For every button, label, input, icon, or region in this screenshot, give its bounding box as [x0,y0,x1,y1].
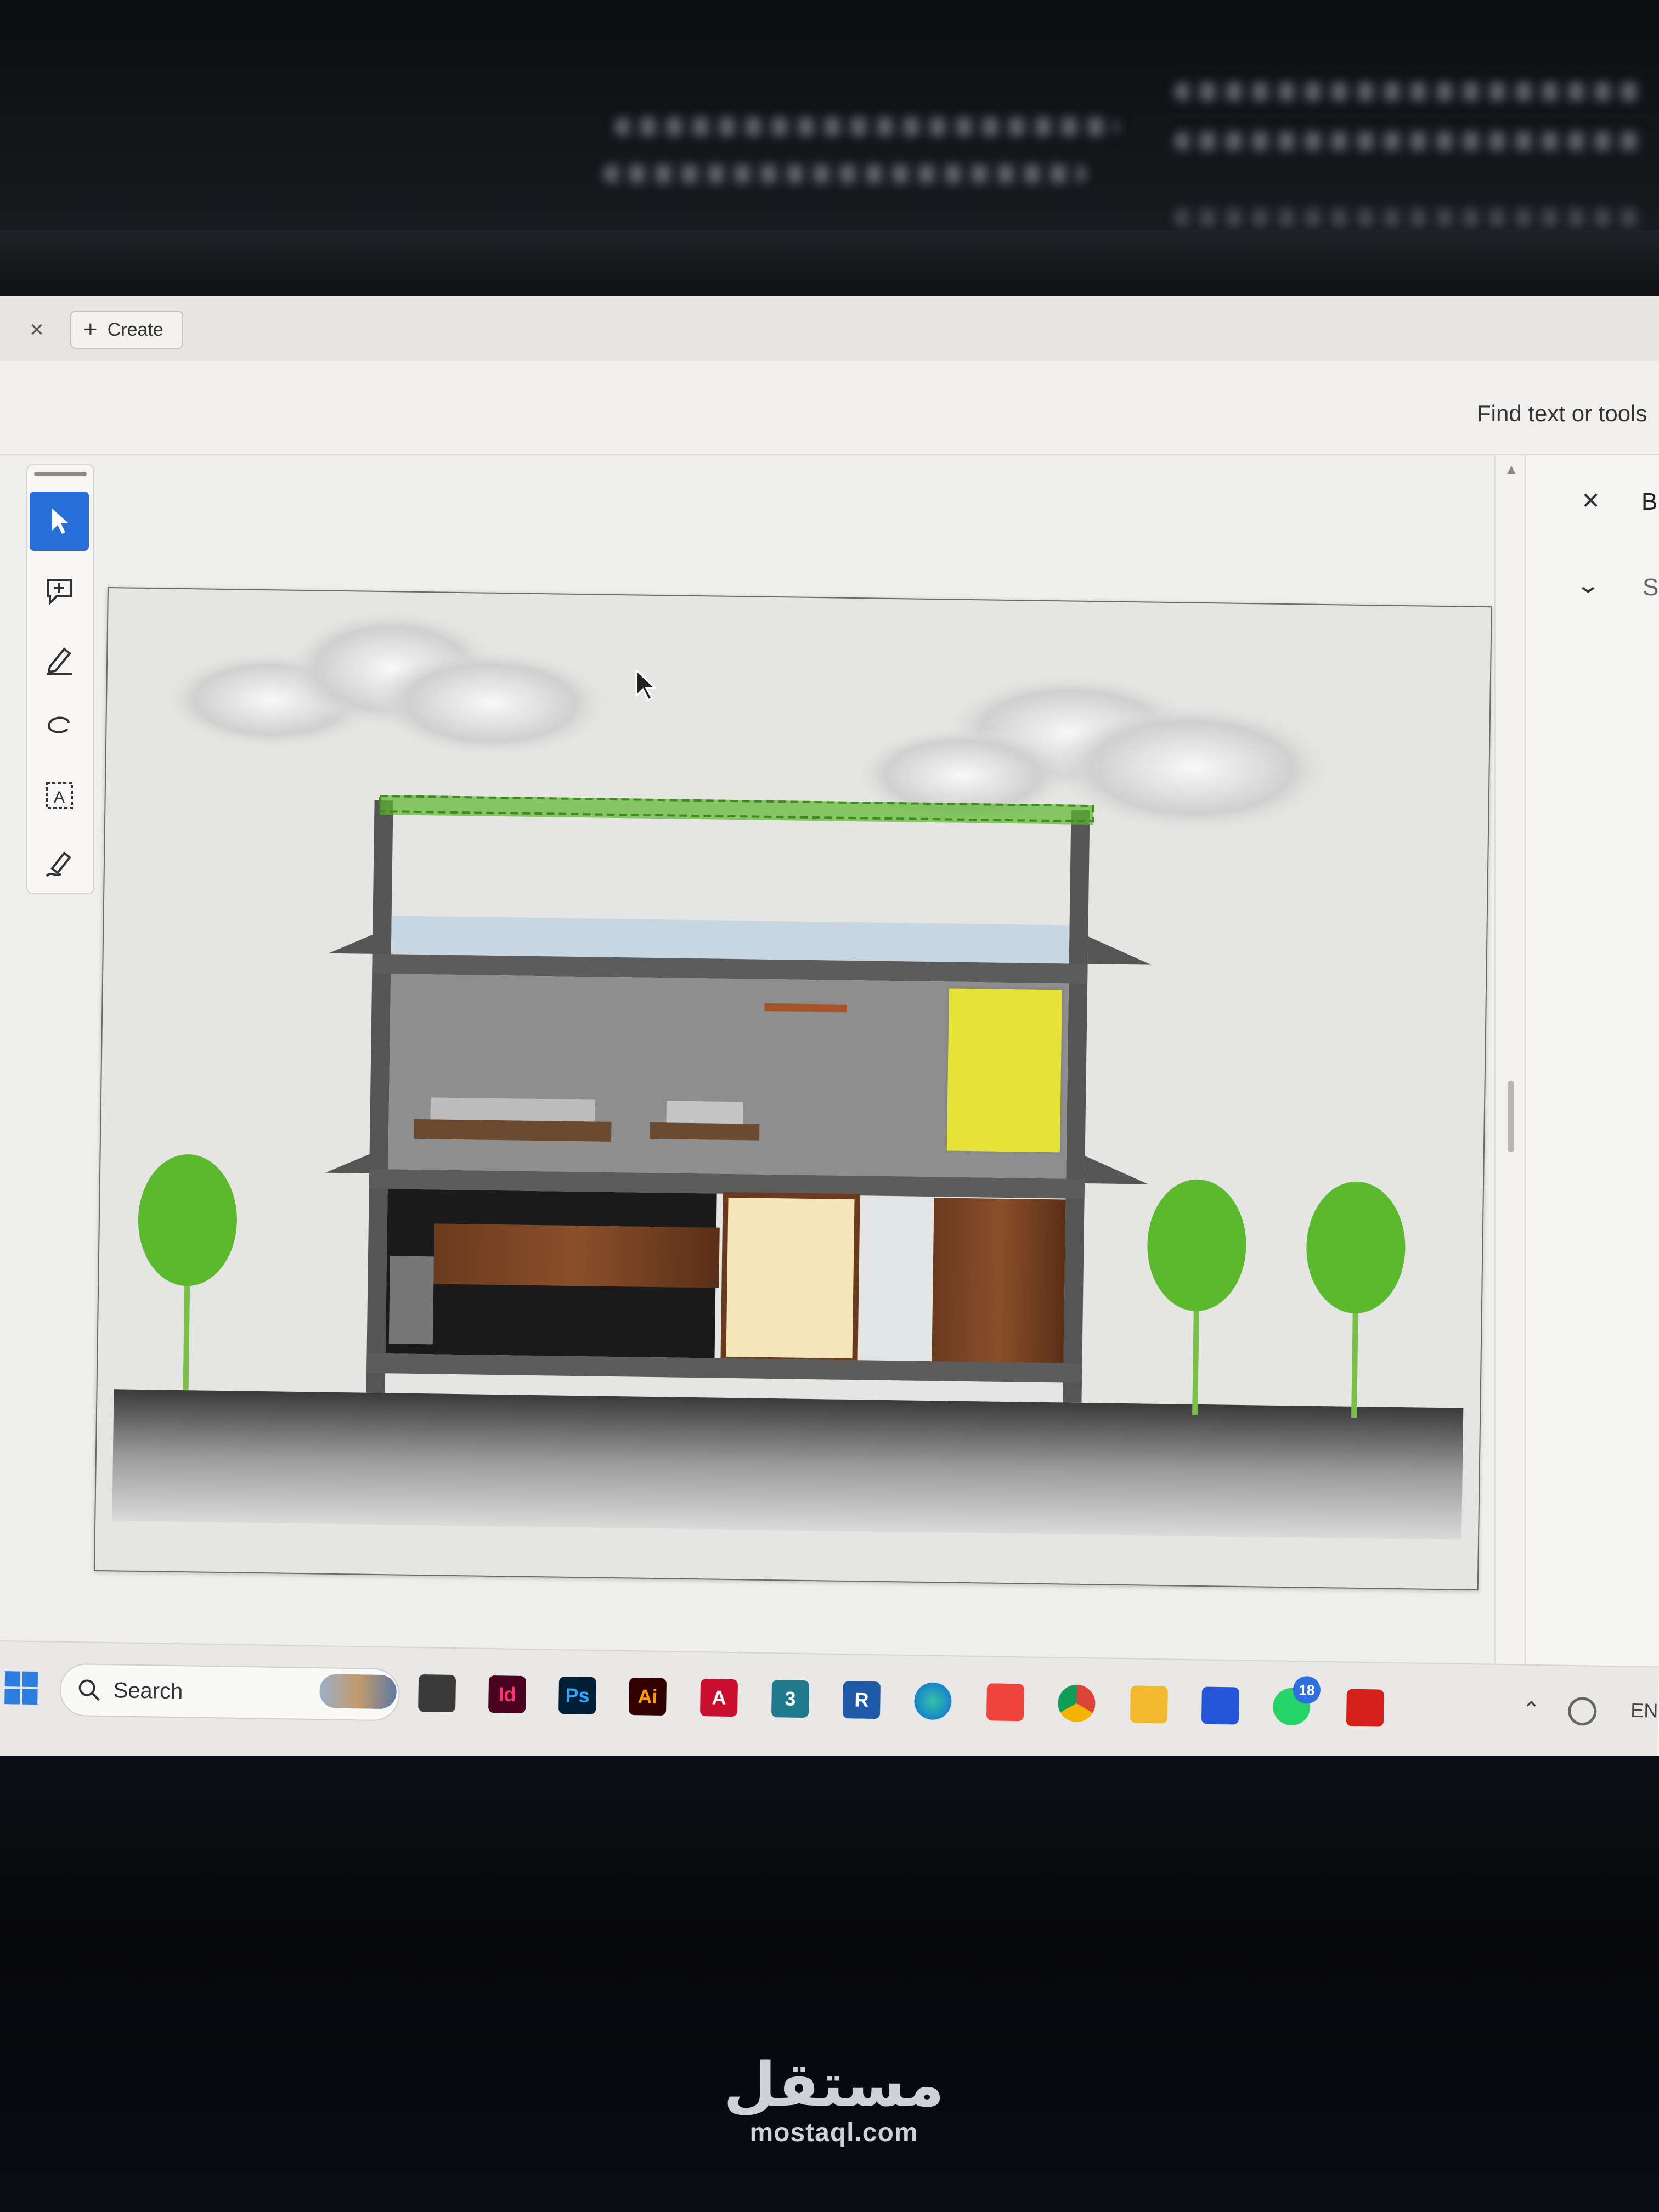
pdf-page [93,587,1492,1591]
blurred-text-line [1174,208,1646,227]
mouse-cursor-icon [635,669,656,702]
windows-start-icon[interactable] [3,1670,39,1706]
lasso-icon [48,716,70,733]
text-box-button[interactable]: A [30,766,89,825]
quick-tools-bar: A [26,464,94,894]
drag-handle[interactable] [34,472,87,476]
anydesk-app[interactable] [986,1683,1024,1722]
network-status-icon[interactable] [1567,1696,1597,1726]
autocad-app[interactable]: A [699,1679,738,1717]
chrome-app[interactable] [1057,1684,1096,1723]
select-tool-button[interactable] [30,492,89,551]
blurred-text-line [603,165,1086,183]
plus-icon: + [83,316,98,343]
find-text-or-tools-search[interactable]: Find text or tools [1477,400,1647,427]
search-highlight-image [319,1674,397,1709]
blurred-text-line [1174,82,1646,101]
notification-badge: 18 [1293,1676,1321,1704]
language-indicator[interactable]: EN [1630,1699,1658,1723]
close-icon[interactable]: × [22,315,52,345]
ground [112,1389,1464,1540]
create-button[interactable]: + Create [70,311,183,349]
panel-heading-cut: B [1641,488,1658,515]
folder-app[interactable] [1130,1685,1168,1724]
revit-app[interactable]: R [842,1681,881,1719]
signature-pen-icon [46,851,71,877]
monitor-bezel [0,230,1659,296]
add-comment-button[interactable] [30,562,89,621]
sign-button[interactable] [30,834,89,893]
acrobat-app[interactable] [1346,1689,1384,1727]
edge-app[interactable] [913,1682,952,1720]
highlight-button[interactable] [30,630,89,689]
acrobat-window: × + Create Find text or tools A ▲ ✕ ⌄ B … [0,296,1659,1756]
chevron-down-icon[interactable]: ⌄ [1575,573,1601,598]
arrow-pointer-icon [52,509,69,534]
pen-icon [47,647,72,675]
blurred-text-line [1174,132,1646,150]
panel-subheading-cut: S [1643,574,1659,601]
photoshop-app[interactable]: Ps [558,1677,597,1715]
create-button-label: Create [107,319,163,340]
vertical-scrollbar[interactable]: ▲ [1494,455,1526,1701]
building-section [325,794,1152,1403]
mostaql-watermark: مستقل mostaql.com [691,2052,977,2172]
svg-text:A: A [54,788,65,806]
search-label: Search [113,1678,183,1703]
watermark-latin: mostaql.com [749,2118,918,2147]
chevron-up-icon[interactable]: ⌃ [1522,1697,1541,1723]
close-icon[interactable]: ✕ [1581,487,1600,514]
tab-bar: × + Create [0,296,1659,362]
section-drawing [112,608,1464,1540]
indesign-app[interactable]: Id [488,1675,527,1714]
draw-button[interactable] [30,698,89,757]
search-icon [78,1679,100,1701]
whatsapp-app[interactable]: 18 [1272,1676,1321,1726]
text-box-icon: A [46,782,73,809]
mail-app[interactable] [1201,1686,1239,1725]
scroll-up-icon[interactable]: ▲ [1504,461,1519,478]
comment-plus-icon [47,579,72,606]
file-explorer-app[interactable] [418,1674,456,1713]
3dsmax-app[interactable]: 3 [771,1680,810,1718]
illustrator-app[interactable]: Ai [629,1678,667,1716]
right-side-panel: ✕ ⌄ B S [1525,455,1659,1756]
watermark-arabic: مستقل [723,2050,945,2120]
blurred-text-line [614,117,1119,136]
scrollbar-thumb[interactable] [1508,1081,1514,1152]
top-toolbar [0,361,1659,455]
